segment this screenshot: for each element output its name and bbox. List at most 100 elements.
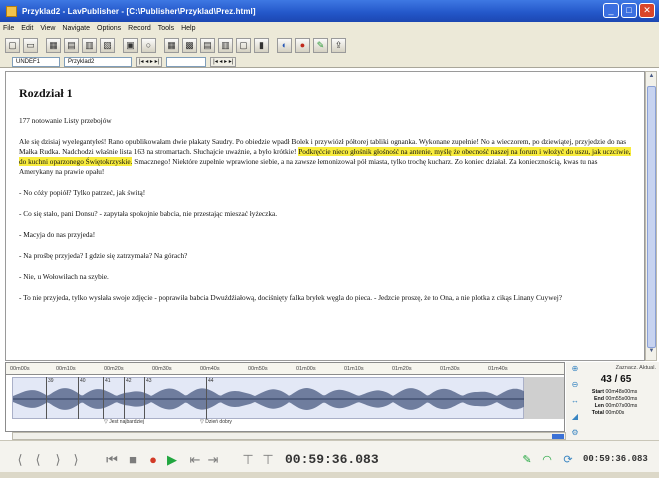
record-icon[interactable]: ● bbox=[146, 452, 160, 468]
rewind-start-icon[interactable]: ⟨ bbox=[14, 452, 26, 468]
maximize-button[interactable]: □ bbox=[621, 3, 637, 18]
time-tick: 00m50s bbox=[248, 366, 268, 372]
segment-boundary bbox=[78, 377, 79, 419]
paragraph: - To nie przyjeda, tylko wysłała swoje z… bbox=[19, 293, 562, 302]
paint-icon[interactable]: ● bbox=[295, 37, 310, 53]
tools-icon[interactable]: ✎ bbox=[313, 37, 328, 53]
table-icon[interactable]: ▤ bbox=[64, 37, 79, 53]
segment-number: 39 bbox=[48, 378, 54, 384]
stop-icon[interactable]: ■ bbox=[126, 452, 140, 468]
menu-record[interactable]: Record bbox=[128, 25, 151, 32]
new-icon[interactable]: ▢ bbox=[5, 37, 20, 53]
segment-counter: 43 / 65 bbox=[600, 374, 632, 385]
sync-icon[interactable]: ⟳ bbox=[561, 452, 575, 468]
window-title: Przyklad2 - LavPublisher - [C:\Publisher… bbox=[22, 6, 256, 16]
paragraph: - Co się stało, pani Donsu? - zapytała s… bbox=[19, 209, 278, 218]
circle-icon[interactable]: ○ bbox=[141, 37, 156, 53]
time-tick: 00m00s bbox=[10, 366, 30, 372]
vertical-scrollbar[interactable]: ▲ ▼ bbox=[645, 71, 657, 361]
next-icon[interactable]: ⟩ bbox=[52, 452, 64, 468]
menu-options[interactable]: Options bbox=[97, 25, 121, 32]
waveform[interactable] bbox=[12, 377, 525, 419]
segment-boundary bbox=[206, 377, 207, 419]
export-icon[interactable]: ⇪ bbox=[331, 37, 346, 53]
nav-buttons-1[interactable]: |◂ ◂ ▸ ▸| bbox=[136, 56, 163, 67]
fit-icon[interactable]: ↔ bbox=[570, 396, 581, 407]
minimize-button[interactable]: _ bbox=[603, 3, 619, 18]
headphones-icon[interactable]: ◠ bbox=[540, 452, 554, 468]
marker-in-icon[interactable]: ⊤ bbox=[242, 452, 254, 468]
menu-tools[interactable]: Tools bbox=[158, 25, 174, 32]
timeline-scroll-thumb[interactable] bbox=[552, 434, 564, 439]
doc-icon[interactable]: ▥ bbox=[218, 37, 233, 53]
playback-time: 00:59:36.083 bbox=[285, 452, 379, 467]
document-field[interactable]: Przyklad2 bbox=[64, 56, 132, 67]
audio-timeline[interactable]: 00m00s 00m10s 00m20s 00m30s 00m40s 00m50… bbox=[5, 362, 565, 432]
time-tick: 00m30s bbox=[152, 366, 172, 372]
chart-icon[interactable]: ▩ bbox=[182, 37, 197, 53]
scroll-down-icon[interactable]: ▼ bbox=[647, 348, 656, 359]
play-icon[interactable]: ▶ bbox=[165, 452, 179, 468]
counts-header: Zaznacz. Aktual. bbox=[615, 365, 656, 371]
skip-back-icon[interactable]: ⏮ bbox=[104, 452, 120, 468]
loop-end-icon[interactable]: ⇥ bbox=[206, 452, 220, 468]
time-tick: 01m10s bbox=[344, 366, 364, 372]
timeline-marker[interactable]: ▽ Jest najbardziej bbox=[104, 419, 144, 425]
position-field[interactable] bbox=[166, 56, 207, 67]
save-icon[interactable]: ▢ bbox=[236, 37, 251, 53]
menu-file[interactable]: File bbox=[3, 25, 14, 32]
paragraph: - Na prośbę przyjeda? I gdzie się zatrzy… bbox=[19, 251, 188, 260]
time-tick: 00m40s bbox=[200, 366, 220, 372]
loop-start-icon[interactable]: ⇤ bbox=[188, 452, 202, 468]
image-icon[interactable]: ▣ bbox=[123, 37, 138, 53]
menu-edit[interactable]: Edit bbox=[21, 25, 33, 32]
menu-help[interactable]: Help bbox=[181, 25, 195, 32]
paragraph: - No cóży popiół? Tylko patrzeć, jak świ… bbox=[19, 188, 146, 197]
volume-icon[interactable]: ◢ bbox=[570, 412, 581, 423]
menu-bar: File Edit View Navigate Options Record T… bbox=[0, 22, 659, 34]
marker-label: Jest najbardziej bbox=[109, 419, 144, 425]
title-bar: Przyklad2 - LavPublisher - [C:\Publisher… bbox=[0, 0, 659, 22]
paragraph: 177 notowanie Listy przebojów bbox=[19, 116, 112, 125]
split-icon[interactable]: ▤ bbox=[200, 37, 215, 53]
chapter-field[interactable]: UNDEF1 bbox=[12, 56, 60, 67]
media-icon[interactable]: ▧ bbox=[100, 37, 115, 53]
menu-navigate[interactable]: Navigate bbox=[62, 25, 90, 32]
segment-boundary bbox=[144, 377, 145, 419]
close-button[interactable]: ✕ bbox=[639, 3, 655, 18]
menu-view[interactable]: View bbox=[40, 25, 55, 32]
grid-icon[interactable]: ▦ bbox=[46, 37, 61, 53]
document-editor[interactable]: Rozdział 1 177 notowanie Listy przebojów… bbox=[5, 71, 645, 361]
tools-icon[interactable]: ✎ bbox=[520, 452, 534, 468]
zoom-in-icon[interactable]: ⊕ bbox=[570, 364, 581, 375]
settings-icon[interactable]: ⚙ bbox=[570, 428, 581, 439]
timeline-scrollbar[interactable] bbox=[12, 432, 566, 440]
status-bar bbox=[0, 472, 659, 478]
time-tick: 01m30s bbox=[440, 366, 460, 372]
paragraph: - Macyja do nas przyjeda! bbox=[19, 230, 96, 239]
zoom-out-icon[interactable]: ⊖ bbox=[570, 380, 581, 391]
segment-boundary bbox=[124, 377, 125, 419]
previous-icon[interactable]: ⟨ bbox=[32, 452, 44, 468]
nav-buttons-2[interactable]: |◂ ◂ ▸ ▸| bbox=[210, 56, 237, 67]
palette-icon[interactable]: ◐ bbox=[277, 37, 292, 53]
stat-key: Start bbox=[591, 389, 604, 395]
list-icon[interactable]: ▥ bbox=[82, 37, 97, 53]
page-icon[interactable]: ▦ bbox=[164, 37, 179, 53]
timeline-marker[interactable]: ▽ Dzień dobry bbox=[200, 419, 232, 425]
stat-value: 00m48s00ms bbox=[605, 389, 638, 395]
segment-number: 40 bbox=[80, 378, 86, 384]
segment-boundary bbox=[46, 377, 47, 419]
film-icon[interactable]: ▮ bbox=[254, 37, 269, 53]
paragraph: - Nie, u Wołowiłach na szybie. bbox=[19, 272, 109, 281]
forward-end-icon[interactable]: ⟩ bbox=[70, 452, 82, 468]
marker-out-icon[interactable]: ⊤ bbox=[262, 452, 274, 468]
window-buttons: _ □ ✕ bbox=[603, 3, 655, 18]
stat-value: 00m55s00ms bbox=[605, 396, 638, 402]
open-icon[interactable]: ▭ bbox=[23, 37, 38, 53]
time-ruler: 00m00s 00m10s 00m20s 00m30s 00m40s 00m50… bbox=[6, 363, 564, 375]
stat-key: Len bbox=[594, 403, 604, 409]
scroll-thumb[interactable] bbox=[647, 86, 656, 348]
scroll-up-icon[interactable]: ▲ bbox=[647, 73, 656, 84]
segment-number: 42 bbox=[126, 378, 132, 384]
